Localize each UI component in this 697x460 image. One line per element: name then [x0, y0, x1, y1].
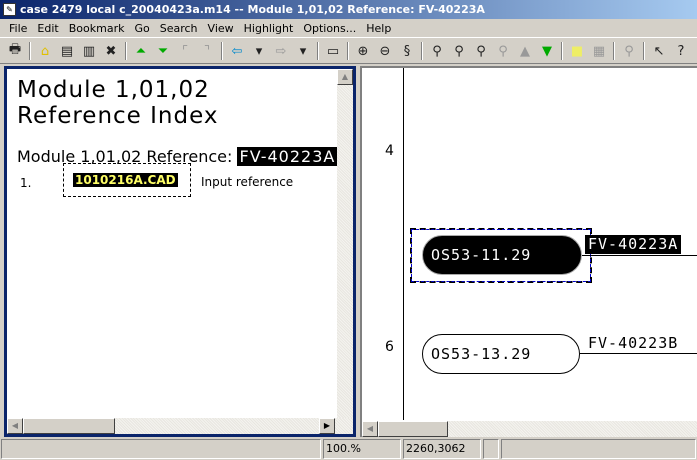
scroll-left-button[interactable]: ◀ — [362, 421, 378, 437]
dropdown-icon[interactable]: ▾ — [292, 40, 314, 62]
menu-view[interactable]: View — [203, 22, 239, 35]
row-label: 6 — [385, 339, 394, 355]
row-label: 4 — [385, 143, 394, 159]
toolbar-separator — [561, 42, 563, 60]
right-horizontal-scrollbar[interactable]: ◀ — [362, 421, 697, 437]
menu-edit[interactable]: Edit — [32, 22, 63, 35]
toolbar-separator — [221, 42, 223, 60]
toolbar-separator — [643, 42, 645, 60]
status-zoom: 100.% — [323, 439, 401, 459]
scroll-up-button[interactable]: ▲ — [337, 69, 353, 85]
toolbar-separator — [613, 42, 615, 60]
drawing-pane: 4 OS53-11.29 FV-40223A 6 OS53-13.29 FV-4… — [360, 66, 697, 437]
zoom-out-icon[interactable]: ⊖ — [374, 40, 396, 62]
connector-line — [582, 255, 697, 256]
index-heading-line1: Module 1,01,02 — [17, 77, 210, 103]
item-number: 1. — [20, 176, 32, 190]
dropdown-icon[interactable]: ▾ — [248, 40, 270, 62]
left-vertical-scrollbar[interactable]: ▲ — [337, 69, 353, 418]
toolbar-separator — [125, 42, 127, 60]
home-icon[interactable]: ⌂ — [34, 40, 56, 62]
back-arrow-icon[interactable]: ⇦ — [226, 40, 248, 62]
title-bar: case 2479 local c_20040423a.m14 -- Modul… — [0, 0, 697, 19]
window-title: case 2479 local c_20040423a.m14 -- Modul… — [20, 3, 485, 16]
find-icon[interactable]: ⚲ — [426, 40, 448, 62]
help-icon[interactable]: ? — [670, 40, 692, 62]
scroll-thumb[interactable] — [23, 418, 115, 434]
status-bar: 100.% 2260,3062 — [0, 438, 697, 460]
first-page-icon[interactable]: ⏶ — [130, 40, 152, 62]
menu-help[interactable]: Help — [361, 22, 396, 35]
scroll-left-button[interactable]: ◀ — [7, 418, 23, 434]
toolbar-separator — [317, 42, 319, 60]
index-heading-line2: Reference Index — [17, 103, 219, 129]
menu-bar: File Edit Bookmark Go Search View Highlight Opt… — [0, 19, 697, 38]
find-next-icon[interactable]: ⚲ — [448, 40, 470, 62]
annotation-icon[interactable]: ▦ — [588, 40, 610, 62]
last-page-icon[interactable]: ⏷ — [152, 40, 174, 62]
menu-file[interactable]: File — [4, 22, 32, 35]
document-icon[interactable]: ▤ — [56, 40, 78, 62]
find-all-icon[interactable]: ⚲ — [470, 40, 492, 62]
menu-go[interactable]: Go — [129, 22, 154, 35]
child-icon[interactable]: ⌝ — [196, 40, 218, 62]
menu-bookmark[interactable]: Bookmark — [64, 22, 130, 35]
highlight-icon[interactable]: ■ — [566, 40, 588, 62]
menu-search[interactable]: Search — [155, 22, 203, 35]
reference-value[interactable]: FV-40223A — [237, 147, 338, 166]
document-list-icon[interactable]: ▥ — [78, 40, 100, 62]
reference-index-pane: Module 1,01,02 Reference Index Module 1,… — [4, 66, 356, 437]
app-icon[interactable]: ✎ — [3, 3, 16, 16]
find-clear-icon[interactable]: ⚲ — [492, 40, 514, 62]
next-hit-icon[interactable]: ▼ — [536, 40, 558, 62]
magnify-icon[interactable]: ⚲ — [618, 40, 640, 62]
scroll-right-button[interactable]: ▶ — [319, 418, 335, 434]
parent-icon[interactable]: ⌜ — [174, 40, 196, 62]
border-line — [403, 68, 404, 420]
status-extra — [483, 439, 499, 459]
reference-text[interactable]: FV-40223B — [585, 334, 681, 353]
zoom-in-icon[interactable]: ⊕ — [352, 40, 374, 62]
connector-line — [580, 353, 697, 354]
reference-text-selected[interactable]: FV-40223A — [585, 235, 682, 254]
status-message — [1, 439, 321, 459]
toolbar-separator — [421, 42, 423, 60]
print-icon[interactable]: 🖶 — [4, 40, 26, 62]
toolbar-separator — [29, 42, 31, 60]
previous-hit-icon[interactable]: ▲ — [514, 40, 536, 62]
toolbar: 🖶 ⌂ ▤ ▥ ✖ ⏶ ⏷ ⌜ ⌝ ⇦ ▾ ⇨ ▾ ▭ ⊕ ⊖ § ⚲ ⚲ ⚲ ⚲ ▲ ▼ ■ ▦ ⚲ ↖? — [0, 39, 697, 64]
menu-highlight[interactable]: Highlight — [239, 22, 299, 35]
close-document-icon[interactable]: ✖ — [100, 40, 122, 62]
status-coordinates: 2260,3062 — [403, 439, 481, 459]
menu-options[interactable]: Options... — [298, 22, 361, 35]
toolbar-separator — [347, 42, 349, 60]
scroll-thumb[interactable] — [378, 421, 448, 437]
forward-arrow-icon[interactable]: ⇨ — [270, 40, 292, 62]
zoom-fit-icon[interactable]: § — [396, 40, 418, 62]
tag-bubble[interactable]: OS53-13.29 — [422, 334, 580, 374]
tag-bubble-selected[interactable]: OS53-11.29 — [422, 235, 582, 275]
status-info — [501, 439, 696, 459]
left-horizontal-scrollbar[interactable]: ◀ ▶ — [7, 418, 353, 434]
window-icon[interactable]: ▭ — [322, 40, 344, 62]
item-description: Input reference — [201, 175, 294, 189]
pointer-icon[interactable]: ↖ — [648, 40, 670, 62]
file-link[interactable]: 1010216A.CAD — [73, 173, 178, 187]
